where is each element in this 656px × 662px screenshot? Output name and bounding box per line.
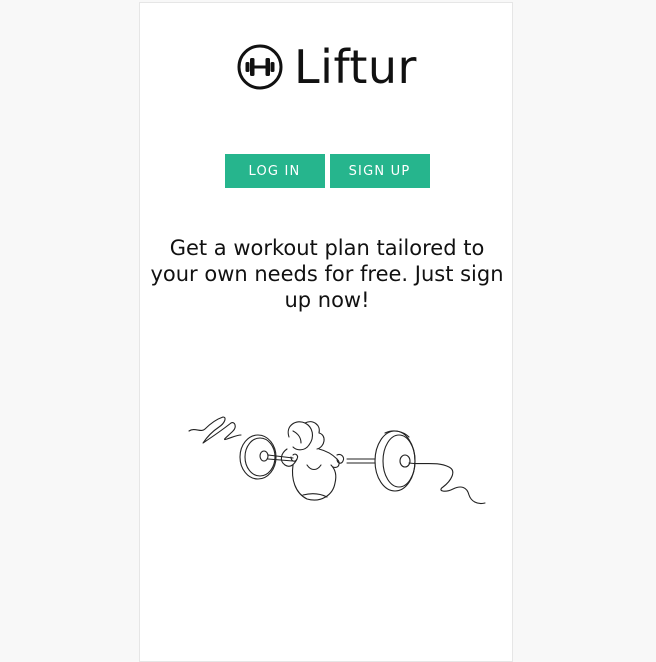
auth-buttons: LOG IN SIGN UP (140, 154, 514, 188)
signup-button[interactable]: SIGN UP (329, 154, 430, 188)
brand-name: Liftur (294, 40, 417, 94)
landing-card: Liftur LOG IN SIGN UP Get a workout plan… (139, 2, 513, 662)
dumbbell-icon (237, 44, 283, 90)
barbell-squat-illustration (188, 416, 486, 505)
login-button[interactable]: LOG IN (224, 154, 325, 188)
hero-tagline: Get a workout plan tailored to your own … (150, 236, 504, 312)
brand-logo[interactable]: Liftur (140, 39, 514, 95)
